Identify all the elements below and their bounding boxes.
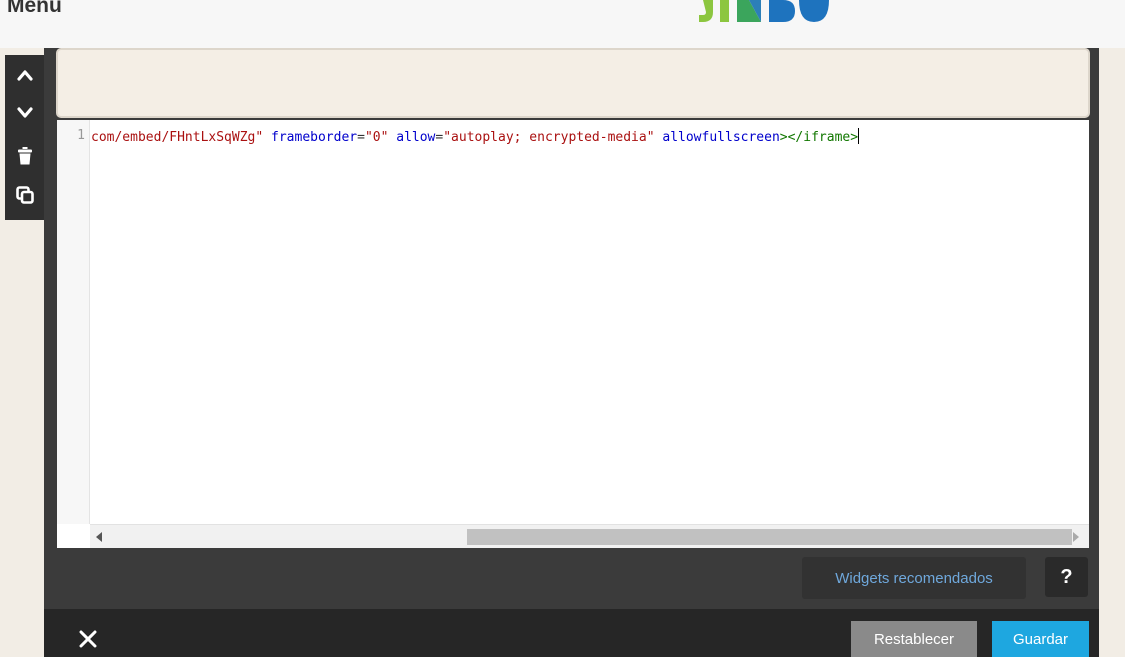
code-close-tag: ></iframe> bbox=[779, 130, 859, 145]
help-button[interactable]: ? bbox=[1045, 557, 1088, 597]
widget-toolbar bbox=[5, 55, 44, 220]
text-cursor bbox=[858, 128, 860, 144]
menu-label[interactable]: Menu bbox=[7, 0, 62, 18]
code-attr-allow: allow bbox=[396, 130, 436, 145]
copy-icon bbox=[15, 186, 34, 204]
move-down-button[interactable] bbox=[5, 95, 44, 131]
widget-preview-area bbox=[56, 48, 1090, 118]
scroll-left-icon[interactable] bbox=[96, 532, 102, 542]
jimdo-logo[interactable] bbox=[697, 0, 847, 28]
recommended-widgets-button[interactable]: Widgets recomendados bbox=[802, 557, 1026, 599]
line-number: 1 bbox=[77, 128, 85, 143]
top-header: Menu bbox=[0, 0, 1125, 49]
trash-icon bbox=[17, 147, 32, 165]
delete-button[interactable] bbox=[5, 138, 44, 174]
line-gutter: 1 bbox=[57, 120, 90, 524]
chevron-up-icon bbox=[16, 70, 33, 81]
scroll-right-icon[interactable] bbox=[1073, 532, 1079, 542]
code-val-frameborder: "0" bbox=[364, 130, 389, 145]
close-icon bbox=[79, 630, 97, 648]
code-line[interactable]: com/embed/FHntLxSqWZg" frameborder="0" a… bbox=[91, 128, 860, 146]
code-editor[interactable]: 1 com/embed/FHntLxSqWZg" frameborder="0"… bbox=[57, 120, 1089, 548]
chevron-down-icon bbox=[16, 107, 33, 118]
horizontal-scrollbar[interactable] bbox=[90, 524, 1089, 548]
scrollbar-thumb[interactable] bbox=[467, 529, 1072, 545]
code-val-allow: "autoplay; encrypted-media" bbox=[443, 130, 655, 145]
duplicate-button[interactable] bbox=[5, 177, 44, 213]
code-attr-frameborder: frameborder bbox=[271, 130, 358, 145]
close-button[interactable] bbox=[76, 627, 100, 651]
move-up-button[interactable] bbox=[5, 57, 44, 93]
code-attr-allowfullscreen: allowfullscreen bbox=[662, 130, 780, 145]
code-src-tail: com/embed/FHntLxSqWZg" bbox=[91, 130, 264, 145]
save-button[interactable]: Guardar bbox=[992, 621, 1089, 657]
reset-button[interactable]: Restablecer bbox=[851, 621, 977, 657]
